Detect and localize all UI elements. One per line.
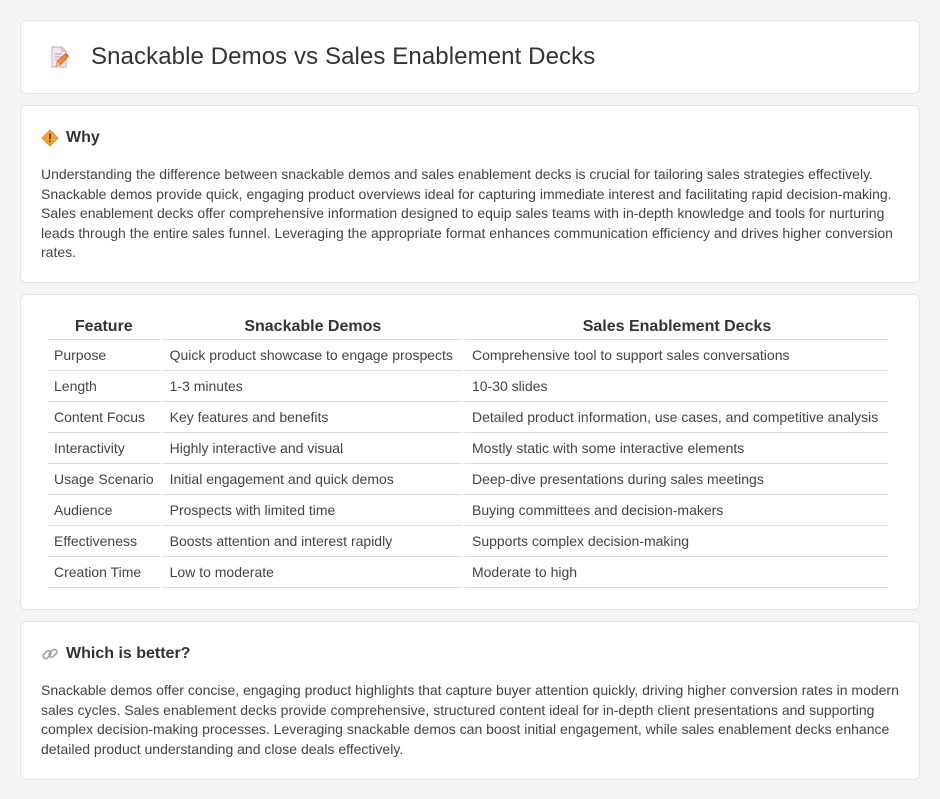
table-row: Content Focus Key features and benefits … <box>48 402 888 433</box>
row-deck-cell: Comprehensive tool to support sales conv… <box>461 340 888 371</box>
table-row: Creation Time Low to moderate Moderate t… <box>48 557 888 588</box>
page: Snackable Demos vs Sales Enablement Deck… <box>0 0 940 799</box>
table-row: Purpose Quick product showcase to engage… <box>48 340 888 371</box>
row-snackable-cell: 1-3 minutes <box>159 371 462 402</box>
column-header-sales-enablement-decks: Sales Enablement Decks <box>461 316 888 340</box>
row-feature-cell: Interactivity <box>48 433 160 464</box>
row-deck-cell: Moderate to high <box>461 557 888 588</box>
better-title: Which is better? <box>66 645 191 662</box>
row-snackable-cell: Quick product showcase to engage prospec… <box>159 340 462 371</box>
link-icon <box>42 648 58 660</box>
why-text: Understanding the difference between sna… <box>41 166 893 261</box>
why-title: Why <box>66 129 100 146</box>
row-feature-cell: Content Focus <box>48 402 160 433</box>
page-title: Snackable Demos vs Sales Enablement Deck… <box>91 43 596 70</box>
row-feature-cell: Audience <box>48 495 160 526</box>
why-heading: Why <box>41 128 899 148</box>
which-is-better-section: Which is better? Snackable demos offer c… <box>20 621 920 780</box>
row-snackable-cell: Initial engagement and quick demos <box>159 464 462 495</box>
better-text: Snackable demos offer concise, engaging … <box>41 682 899 757</box>
row-deck-cell: Supports complex decision-making <box>461 526 888 557</box>
comparison-card: Feature Snackable Demos Sales Enablement… <box>20 294 920 610</box>
row-feature-cell: Creation Time <box>48 557 160 588</box>
comparison-table: Feature Snackable Demos Sales Enablement… <box>48 316 888 588</box>
better-heading: Which is better? <box>41 644 899 664</box>
table-row: Length 1-3 minutes 10-30 slides <box>48 371 888 402</box>
row-feature-cell: Length <box>48 371 160 402</box>
table-header-row: Feature Snackable Demos Sales Enablement… <box>48 316 888 340</box>
row-feature-cell: Usage Scenario <box>48 464 160 495</box>
row-deck-cell: Mostly static with some interactive elem… <box>461 433 888 464</box>
row-deck-cell: Deep-dive presentations during sales mee… <box>461 464 888 495</box>
column-header-feature: Feature <box>48 316 160 340</box>
table-row: Usage Scenario Initial engagement and qu… <box>48 464 888 495</box>
row-deck-cell: Buying committees and decision-makers <box>461 495 888 526</box>
document-pencil-icon <box>51 46 69 68</box>
row-deck-cell: 10-30 slides <box>461 371 888 402</box>
header-card: Snackable Demos vs Sales Enablement Deck… <box>20 20 920 94</box>
row-snackable-cell: Highly interactive and visual <box>159 433 462 464</box>
diamond-warning-icon <box>41 129 59 147</box>
table-row: Interactivity Highly interactive and vis… <box>48 433 888 464</box>
row-snackable-cell: Boosts attention and interest rapidly <box>159 526 462 557</box>
why-section: Why Understanding the difference between… <box>20 105 920 283</box>
row-deck-cell: Detailed product information, use cases,… <box>461 402 888 433</box>
column-header-snackable-demos: Snackable Demos <box>159 316 462 340</box>
row-feature-cell: Purpose <box>48 340 160 371</box>
table-row: Effectiveness Boosts attention and inter… <box>48 526 888 557</box>
row-feature-cell: Effectiveness <box>48 526 160 557</box>
row-snackable-cell: Key features and benefits <box>159 402 462 433</box>
row-snackable-cell: Prospects with limited time <box>159 495 462 526</box>
table-row: Audience Prospects with limited time Buy… <box>48 495 888 526</box>
row-snackable-cell: Low to moderate <box>159 557 462 588</box>
